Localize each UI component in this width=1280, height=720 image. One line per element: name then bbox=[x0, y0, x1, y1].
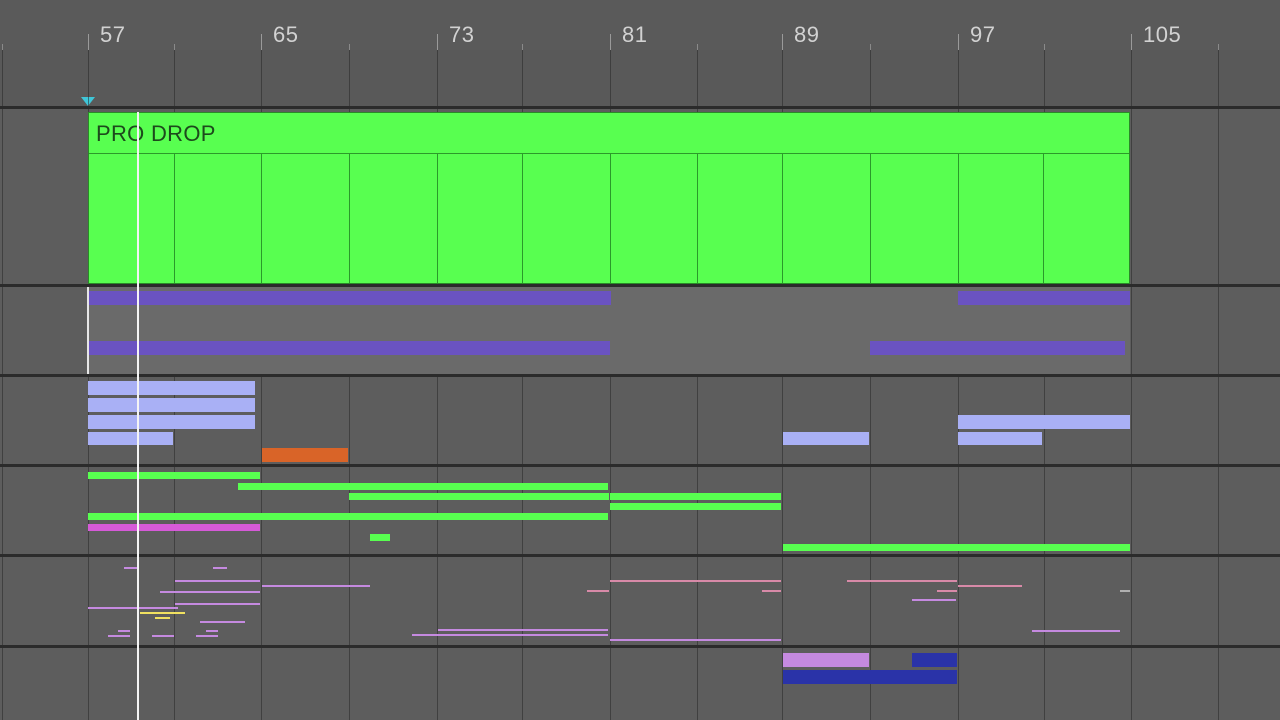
bar-number-65: 65 bbox=[273, 22, 299, 47]
perc-note[interactable] bbox=[175, 603, 260, 605]
bar-tick bbox=[437, 34, 438, 50]
clip-divider bbox=[610, 153, 611, 283]
arrangement-view[interactable]: 57 65 73 81 89 97 105 PRO DROP bbox=[0, 0, 1280, 720]
bass-note-orchid[interactable] bbox=[783, 653, 869, 667]
pad-note[interactable] bbox=[88, 341, 610, 355]
track-separator bbox=[0, 106, 1280, 109]
perc-note[interactable] bbox=[762, 590, 781, 592]
track-percussion[interactable] bbox=[0, 557, 1280, 645]
playhead[interactable] bbox=[137, 112, 139, 720]
bar-number-57: 57 bbox=[100, 22, 126, 47]
lead-note[interactable] bbox=[238, 483, 608, 490]
lead-note[interactable] bbox=[88, 472, 260, 479]
perc-note[interactable] bbox=[262, 585, 370, 587]
perc-note[interactable] bbox=[937, 590, 957, 592]
pad-note[interactable] bbox=[958, 291, 1130, 305]
lead-note[interactable] bbox=[349, 493, 609, 500]
bar-number-97: 97 bbox=[970, 22, 996, 47]
chord-note-orange[interactable] bbox=[262, 448, 348, 462]
perc-note[interactable] bbox=[958, 585, 1022, 587]
chord-note[interactable] bbox=[88, 381, 255, 395]
bar-tick bbox=[958, 34, 959, 50]
track-chords[interactable] bbox=[0, 377, 1280, 464]
bar-number-81: 81 bbox=[622, 22, 648, 47]
clip-divider bbox=[174, 153, 175, 283]
clip-divider bbox=[1043, 153, 1044, 283]
clip-divider bbox=[522, 153, 523, 283]
perc-note[interactable] bbox=[88, 607, 178, 609]
bar-tick bbox=[1131, 34, 1132, 50]
bar-number-73: 73 bbox=[449, 22, 475, 47]
perc-note[interactable] bbox=[108, 635, 130, 637]
bar-tick bbox=[610, 34, 611, 50]
perc-note[interactable] bbox=[412, 634, 608, 636]
lead-note[interactable] bbox=[88, 513, 608, 520]
lead-note[interactable] bbox=[370, 534, 390, 541]
clip-title: PRO DROP bbox=[96, 121, 216, 146]
clip-header[interactable]: PRO DROP bbox=[89, 113, 1129, 154]
perc-note-yellow[interactable] bbox=[140, 612, 185, 614]
perc-note-yellow[interactable] bbox=[155, 617, 170, 619]
perc-note[interactable] bbox=[152, 635, 174, 637]
bar-number-89: 89 bbox=[794, 22, 820, 47]
pad-note[interactable] bbox=[870, 341, 1125, 355]
pad-note[interactable] bbox=[88, 291, 611, 305]
bar-tick bbox=[88, 34, 89, 50]
lead-note-magenta[interactable] bbox=[88, 524, 260, 531]
perc-note[interactable] bbox=[610, 580, 781, 582]
perc-note[interactable] bbox=[1120, 590, 1130, 592]
bar-number-105: 105 bbox=[1143, 22, 1182, 47]
chord-note[interactable] bbox=[88, 432, 173, 445]
perc-note[interactable] bbox=[118, 630, 130, 632]
perc-note[interactable] bbox=[1032, 630, 1120, 632]
bar-ruler[interactable]: 57 65 73 81 89 97 105 bbox=[0, 0, 1280, 50]
perc-note[interactable] bbox=[213, 567, 227, 569]
perc-note[interactable] bbox=[847, 580, 957, 582]
lead-note[interactable] bbox=[610, 503, 781, 510]
loop-start-line bbox=[87, 287, 89, 374]
clip-divider bbox=[349, 153, 350, 283]
bar-tick bbox=[782, 34, 783, 50]
chord-note[interactable] bbox=[958, 415, 1130, 429]
perc-note[interactable] bbox=[206, 630, 218, 632]
perc-note[interactable] bbox=[587, 590, 609, 592]
lead-note[interactable] bbox=[783, 544, 1130, 551]
perc-note[interactable] bbox=[610, 639, 781, 641]
chord-note[interactable] bbox=[88, 398, 255, 412]
clip-divider bbox=[782, 153, 783, 283]
clip-divider bbox=[870, 153, 871, 283]
perc-note[interactable] bbox=[175, 580, 260, 582]
clip-pro-drop[interactable]: PRO DROP bbox=[88, 112, 1130, 284]
chord-note[interactable] bbox=[783, 432, 869, 445]
chord-note[interactable] bbox=[958, 432, 1042, 445]
track-lead[interactable] bbox=[0, 467, 1280, 554]
locator-strip[interactable] bbox=[0, 50, 1280, 106]
lead-note[interactable] bbox=[610, 493, 781, 500]
bass-note[interactable] bbox=[783, 670, 957, 684]
track-bass[interactable] bbox=[0, 648, 1280, 720]
clip-divider bbox=[958, 153, 959, 283]
bass-note[interactable] bbox=[912, 653, 957, 667]
track-pads[interactable] bbox=[0, 287, 1280, 374]
perc-note[interactable] bbox=[200, 621, 245, 623]
bar-tick bbox=[261, 34, 262, 50]
clip-divider bbox=[697, 153, 698, 283]
perc-note[interactable] bbox=[438, 629, 608, 631]
perc-note[interactable] bbox=[124, 567, 138, 569]
clip-divider bbox=[261, 153, 262, 283]
perc-note[interactable] bbox=[912, 599, 956, 601]
clip-divider bbox=[437, 153, 438, 283]
chord-note[interactable] bbox=[88, 415, 255, 429]
perc-note[interactable] bbox=[160, 591, 260, 593]
perc-note[interactable] bbox=[196, 635, 218, 637]
